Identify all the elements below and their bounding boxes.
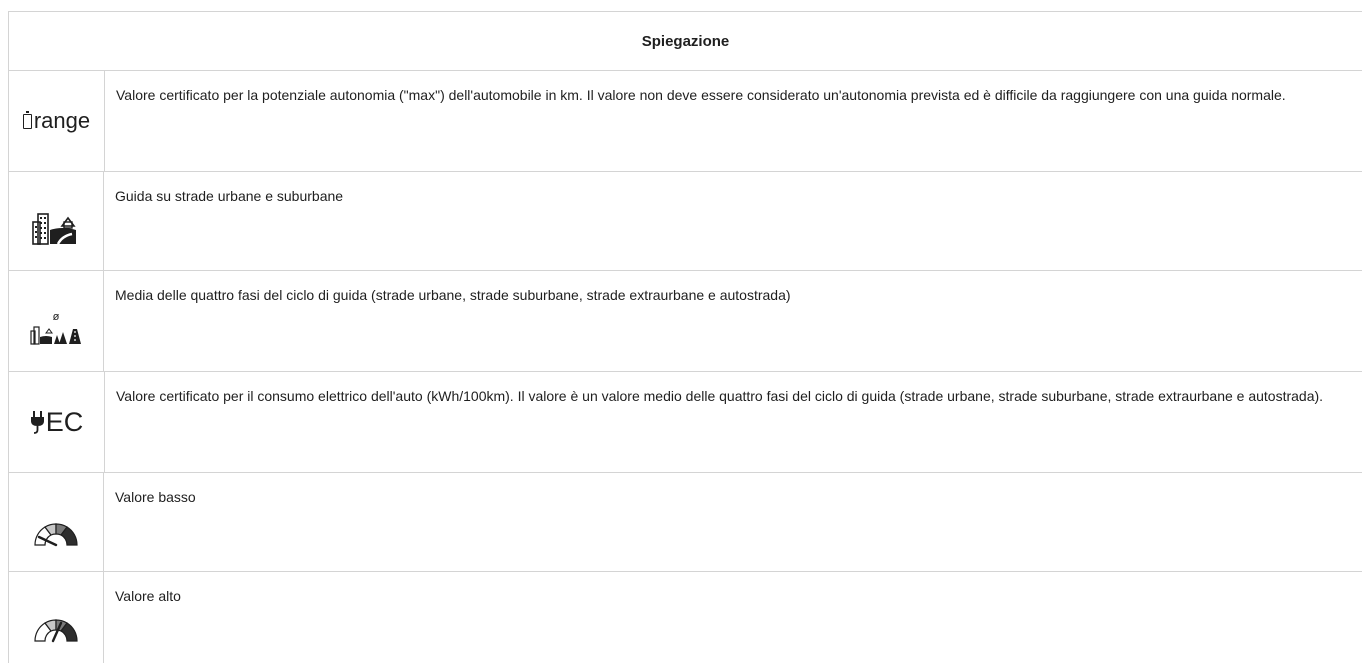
table-row: EC Valore certificato per il consumo ele… bbox=[8, 372, 1362, 473]
explanation-text: Valore certificato per il consumo elettr… bbox=[116, 388, 1324, 404]
icon-cell bbox=[9, 572, 104, 663]
table-row: Guida su strade urbane e suburbane bbox=[8, 172, 1362, 271]
range-battery-icon: range bbox=[22, 108, 90, 134]
table-row: ø Media delle quattro fasi del ciclo di … bbox=[8, 271, 1362, 372]
average-four-phases-icon: ø bbox=[30, 311, 82, 345]
table-row: range Valore certificato per la potenzia… bbox=[8, 71, 1362, 172]
icon-cell: ø bbox=[9, 271, 104, 371]
table-row: Valore alto bbox=[8, 572, 1362, 663]
gauge-low-icon bbox=[34, 523, 78, 547]
icon-cell: range bbox=[9, 71, 105, 171]
explanation-text: Valore basso bbox=[115, 489, 196, 505]
electric-plug-ec-icon: EC bbox=[30, 407, 83, 438]
table-header: Spiegazione bbox=[8, 12, 1362, 71]
explanation-text: Guida su strade urbane e suburbane bbox=[115, 188, 344, 204]
city-suburban-road-icon bbox=[32, 213, 76, 245]
header-title: Spiegazione bbox=[641, 32, 730, 50]
explanation-table: Spiegazione range Valore certificato per… bbox=[8, 11, 1362, 663]
explanation-text: Media delle quattro fasi del ciclo di gu… bbox=[115, 287, 791, 303]
gauge-high-icon bbox=[34, 618, 78, 642]
icon-cell bbox=[9, 172, 104, 270]
icon-cell: EC bbox=[9, 372, 105, 472]
explanation-text: Valore alto bbox=[115, 588, 181, 604]
table-row: Valore basso bbox=[8, 473, 1362, 572]
icon-cell bbox=[9, 473, 104, 571]
explanation-text: Valore certificato per la potenziale aut… bbox=[116, 87, 1286, 103]
